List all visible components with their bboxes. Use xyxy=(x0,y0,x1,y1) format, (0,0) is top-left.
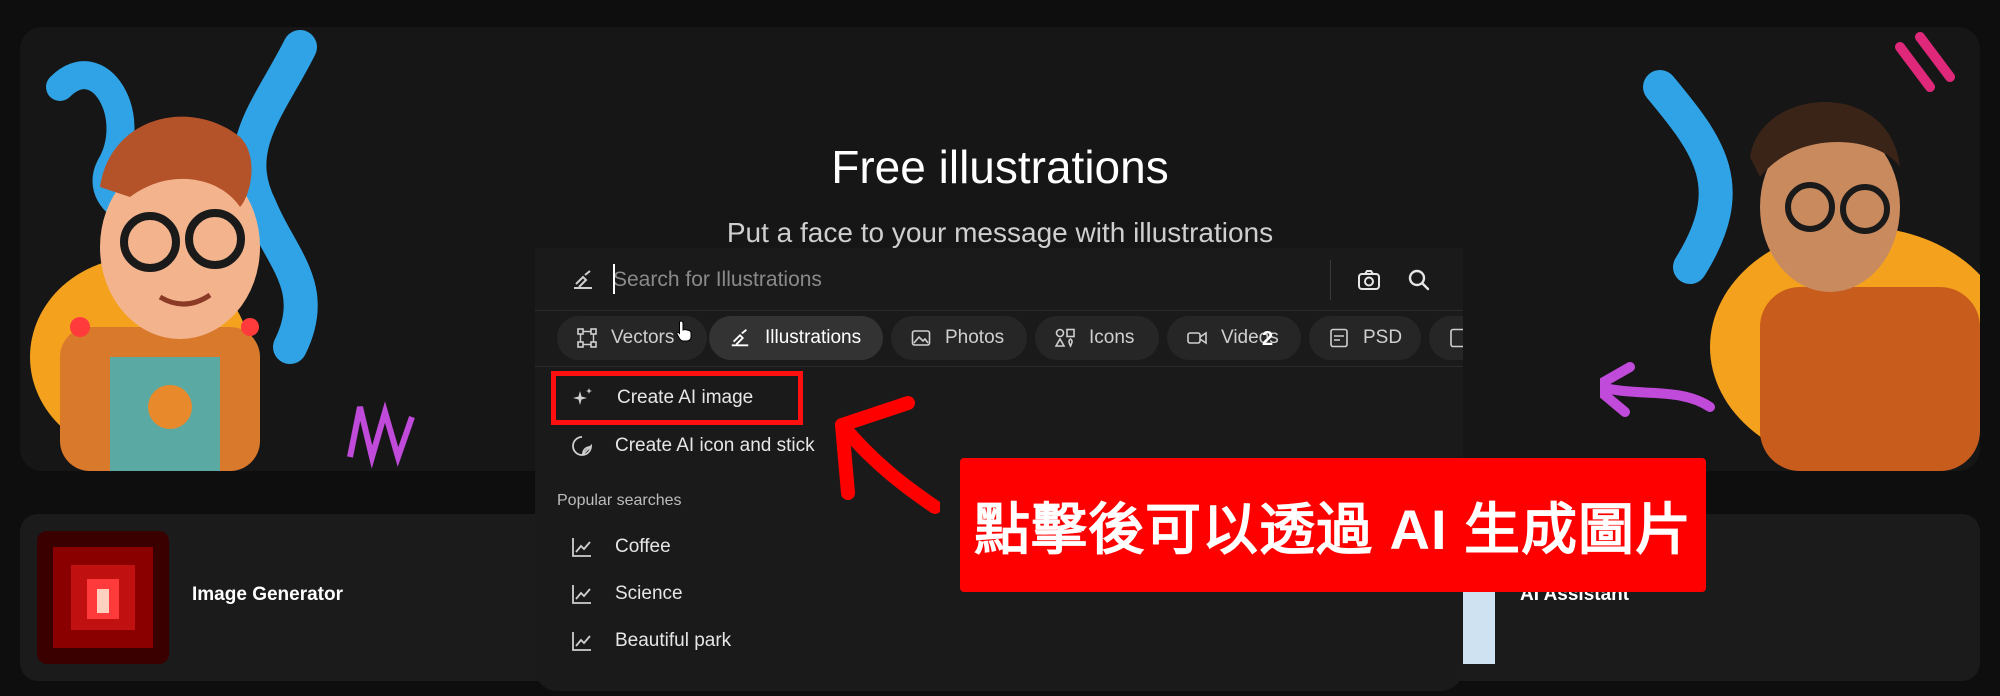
chip-photos[interactable]: Photos xyxy=(891,316,1027,360)
video-camera-icon xyxy=(1187,331,1207,345)
illustration-brush-icon xyxy=(731,329,749,347)
photo-icon xyxy=(911,330,931,346)
divider xyxy=(535,310,1463,311)
chip-label: PSD xyxy=(1363,327,1403,348)
illustration-brush-icon xyxy=(574,270,592,289)
annotation-highlight-box xyxy=(551,371,803,425)
search-input[interactable] xyxy=(613,262,1253,298)
popular-search-label: Coffee xyxy=(615,536,671,557)
chip-label: Photos xyxy=(945,327,1005,348)
hero-illustration-right xyxy=(1600,32,1980,471)
chip-videos[interactable]: Videos xyxy=(1167,316,1301,360)
popular-searches-heading: Popular searches xyxy=(557,492,682,509)
chip-illustrations[interactable]: Illustrations xyxy=(709,316,883,360)
create-ai-icon-label: Create AI icon and stick xyxy=(615,435,815,456)
vector-nodes-icon xyxy=(577,328,597,348)
image-generator-thumbnail xyxy=(37,531,169,664)
chip-icons[interactable]: Icons xyxy=(1035,316,1159,360)
trending-chart-icon xyxy=(572,632,591,651)
text-cursor xyxy=(613,264,615,294)
psd-file-icon xyxy=(1330,328,1348,348)
image-generator-label: Image Generator xyxy=(192,584,343,605)
popular-search-item[interactable]: Science xyxy=(571,574,683,614)
chip-label: Illustrations xyxy=(765,327,862,348)
divider xyxy=(535,366,1463,367)
hero-illustration-left xyxy=(30,30,415,471)
popular-search-label: Science xyxy=(615,583,683,604)
sticker-icon xyxy=(572,436,592,456)
chip-more[interactable] xyxy=(1429,316,1463,360)
file-icon xyxy=(1450,328,1463,348)
chip-label: Icons xyxy=(1089,327,1135,348)
search-icon[interactable] xyxy=(1407,268,1431,292)
search-divider xyxy=(1330,260,1331,300)
annotation-callout: 點擊後可以透過 AI 生成圖片 xyxy=(960,458,1706,592)
popular-search-item[interactable]: Coffee xyxy=(571,527,671,567)
trending-chart-icon xyxy=(572,585,591,604)
asset-type-chips: Vectors Illustrations Photos Icons Video… xyxy=(557,316,1463,362)
chip-label: Vectors xyxy=(611,327,675,348)
trending-chart-icon xyxy=(572,538,591,557)
popular-search-label: Beautiful park xyxy=(615,630,732,651)
shapes-icon xyxy=(1055,328,1075,348)
search-bar xyxy=(535,248,1463,312)
chip-psd[interactable]: PSD xyxy=(1309,316,1421,360)
hand-pointer-cursor-icon xyxy=(676,320,692,342)
annotation-step-badge: 2 xyxy=(1262,328,1274,350)
annotation-arrow-icon xyxy=(835,396,940,514)
create-ai-icon-item[interactable]: Create AI icon and stick xyxy=(571,426,815,466)
camera-icon[interactable] xyxy=(1357,268,1381,292)
popular-search-item[interactable]: Beautiful park xyxy=(571,621,731,661)
